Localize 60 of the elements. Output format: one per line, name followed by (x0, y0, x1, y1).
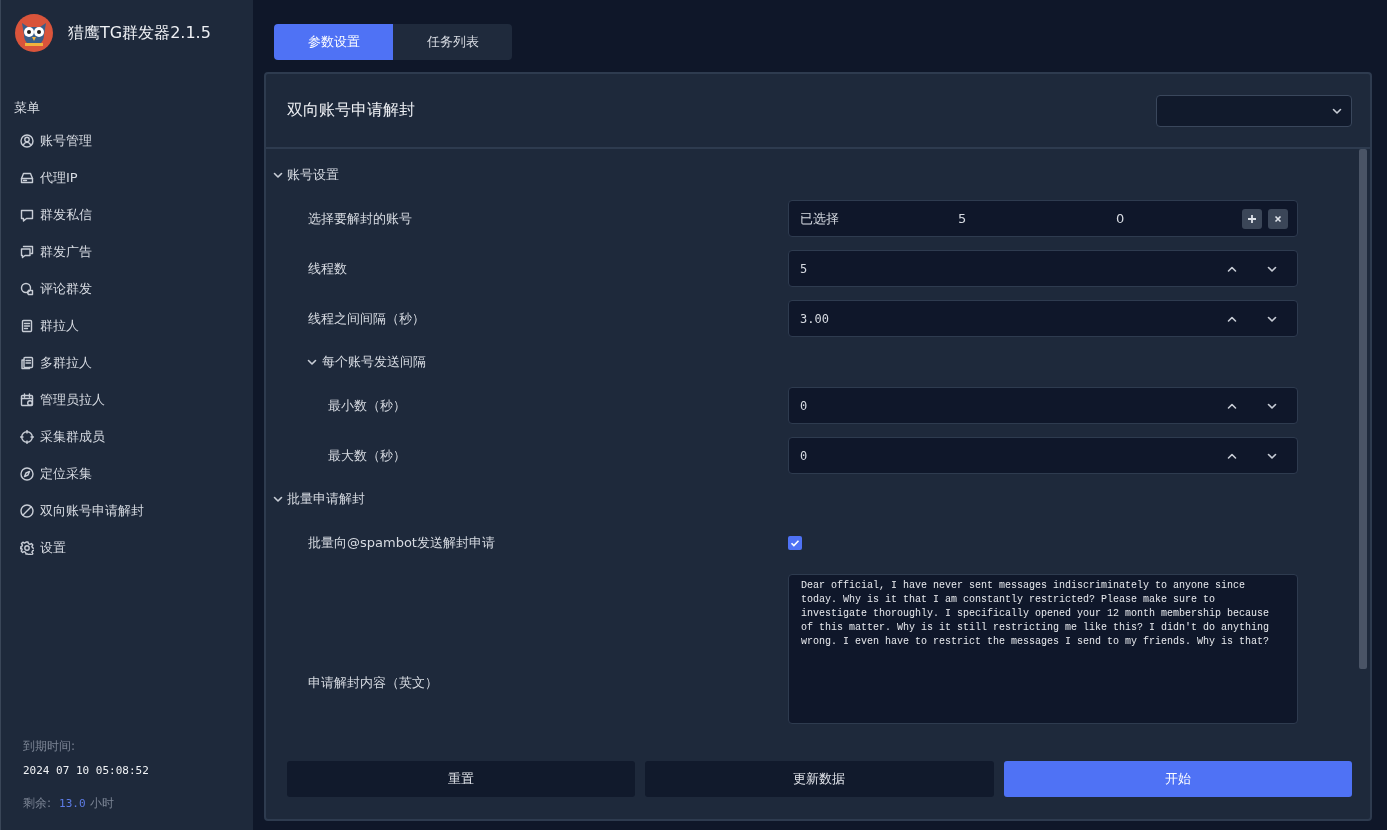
remaining-unit: 小时 (89, 796, 114, 810)
forbidden-icon (20, 503, 34, 518)
menu-item[interactable]: 评论群发 (1, 270, 92, 307)
excluded-count: 0 (1116, 211, 1126, 226)
section-toggle[interactable]: 账号设置 (272, 163, 339, 187)
menu-item[interactable]: 代理IP (1, 159, 78, 196)
field-label: 线程之间间隔（秒） (308, 310, 425, 326)
menu-item[interactable]: 管理员拉人 (1, 381, 105, 418)
section-toggle[interactable]: 批量申请解封 (272, 487, 365, 511)
menu-item[interactable]: 定位采集 (1, 455, 92, 492)
group-toggle[interactable]: 每个账号发送间隔 (292, 350, 426, 374)
settings-icon (20, 540, 34, 555)
account-selector[interactable]: 已选择 5 0 (788, 200, 1298, 237)
field-label: 选择要解封的账号 (308, 210, 412, 226)
field-label: 线程数 (308, 260, 347, 276)
calendar-icon (20, 392, 34, 407)
remaining-value: 13.0 (59, 797, 86, 810)
field-label: 最小数（秒） (328, 397, 406, 413)
chats-icon (20, 244, 34, 259)
menu-item[interactable]: 采集群成员 (1, 418, 105, 455)
number-field[interactable]: 5 (788, 250, 1298, 287)
number-field[interactable]: 0 (788, 387, 1298, 424)
panel-title: 双向账号申请解封 (287, 100, 415, 121)
drive-icon (20, 170, 34, 185)
target-icon (20, 429, 34, 444)
menu-item[interactable]: 多群拉人 (1, 344, 92, 381)
menu-item[interactable]: 账号管理 (1, 122, 92, 159)
message-textarea[interactable]: Dear official, I have never sent messages indiscriminately to anyone since today. Why is it that I am constantly restricted? Please make sure to investigate thoroughly. I specifically opened your 12 month membership because of this matter. Why is it still restricting me like this? I didn't do anything wrong. I even have to restrict the messages I send to my friends. Why is that? (788, 574, 1298, 724)
documents-icon (20, 355, 34, 370)
menu-item[interactable]: 群发广告 (1, 233, 92, 270)
comment-icon (20, 281, 34, 296)
number-field[interactable]: 0 (788, 437, 1298, 474)
app-title: 猎鹰TG群发器2.1.5 (68, 22, 211, 44)
action-button[interactable]: 重置 (287, 761, 636, 797)
selected-count: 5 (958, 211, 968, 226)
tab[interactable]: 参数设置 (274, 24, 393, 60)
menu-item[interactable]: 设置 (1, 529, 66, 566)
menu-item[interactable]: 群拉人 (1, 307, 79, 344)
field-label: 批量向@spambot发送解封申请 (308, 534, 495, 550)
expiry-label: 到期时间: (23, 738, 77, 755)
menu-item[interactable]: 双向账号申请解封 (1, 492, 144, 529)
field-label: 最大数（秒） (328, 447, 406, 463)
scrollbar-thumb[interactable] (1359, 149, 1367, 669)
start-button[interactable]: 开始 (1003, 761, 1352, 797)
action-button[interactable]: 更新数据 (645, 761, 994, 797)
expiry-time: 2024 07 10 05:08:52 (23, 764, 150, 777)
close-icon[interactable] (1268, 208, 1288, 229)
menu-heading: 菜单 (14, 99, 41, 117)
menu-item[interactable]: 群发私信 (1, 196, 92, 233)
number-field[interactable]: 3.00 (788, 300, 1298, 337)
checkbox[interactable] (788, 535, 802, 550)
remaining-label: 剩余: (23, 796, 52, 810)
add-icon[interactable] (1242, 208, 1262, 229)
user-icon (20, 133, 34, 148)
owl-logo-icon (14, 13, 54, 53)
document-icon (20, 318, 34, 333)
tab[interactable]: 任务列表 (393, 24, 512, 60)
compass-icon (20, 466, 34, 481)
field-label: 申请解封内容（英文） (308, 675, 438, 690)
chat-icon (20, 207, 34, 222)
